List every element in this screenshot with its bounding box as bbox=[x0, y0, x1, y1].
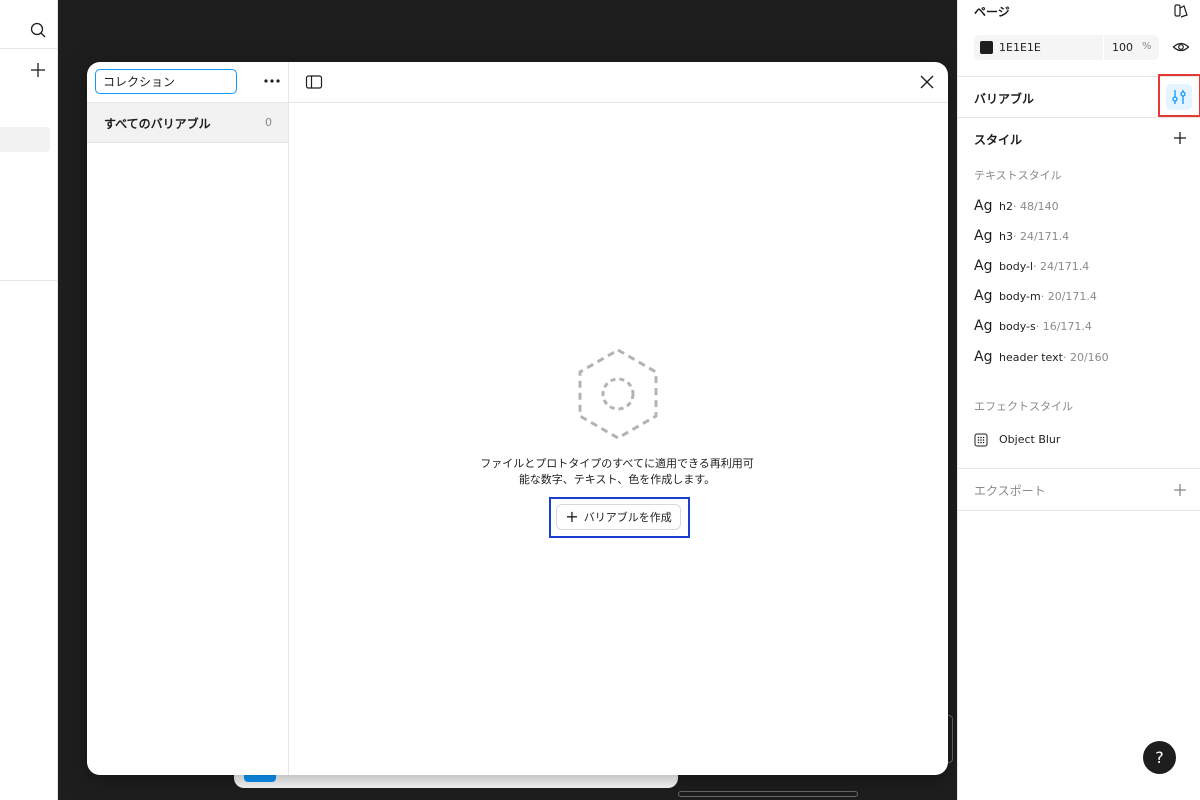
collection-item-label: すべてのバリアブル bbox=[104, 117, 211, 131]
left-sidebar bbox=[0, 0, 58, 800]
text-style-item[interactable]: Ag h2 · 48/140 bbox=[974, 198, 1059, 218]
help-button[interactable]: ? bbox=[1143, 741, 1176, 774]
panel-divider bbox=[958, 117, 1200, 118]
add-export-icon[interactable] bbox=[1172, 482, 1188, 498]
text-style-name: body-l bbox=[999, 260, 1034, 273]
text-style-name: header text bbox=[999, 351, 1063, 364]
color-swatch[interactable] bbox=[980, 41, 993, 54]
create-variable-label: バリアブルを作成 bbox=[583, 511, 672, 524]
effect-style-name: Object Blur bbox=[999, 432, 1061, 446]
text-style-preview: Ag bbox=[974, 258, 993, 274]
text-style-meta: · 20/160 bbox=[1062, 351, 1109, 364]
text-style-preview: Ag bbox=[974, 228, 993, 244]
panel-divider bbox=[958, 510, 1200, 511]
text-style-preview: Ag bbox=[974, 288, 993, 304]
opacity-value[interactable]: 100 bbox=[1112, 41, 1133, 54]
text-styles-subtitle: テキストスタイル bbox=[974, 169, 1062, 182]
color-hex-value[interactable]: 1E1E1E bbox=[999, 41, 1041, 54]
percent-sign: % bbox=[1142, 41, 1152, 52]
text-style-preview: Ag bbox=[974, 318, 993, 334]
collection-name-input[interactable] bbox=[95, 69, 237, 94]
background-color-field[interactable]: 1E1E1E 100 % bbox=[974, 35, 1159, 60]
search-icon[interactable] bbox=[28, 20, 48, 40]
sidebar-toggle-icon[interactable] bbox=[305, 74, 323, 90]
text-style-item[interactable]: Ag body-l · 24/171.4 bbox=[974, 258, 1089, 278]
more-options-icon[interactable] bbox=[261, 72, 283, 90]
left-divider bbox=[0, 280, 58, 281]
header-divider bbox=[289, 102, 948, 103]
styles-section-title: スタイル bbox=[974, 133, 1023, 147]
text-style-item[interactable]: Ag h3 · 24/171.4 bbox=[974, 228, 1069, 248]
text-style-name: h2 bbox=[999, 200, 1013, 213]
library-icon[interactable] bbox=[1173, 3, 1189, 19]
properties-panel: ページ 1E1E1E 100 % バリアブル スタイル テキストスタイル Ag … bbox=[957, 0, 1200, 800]
page-section-title: ページ bbox=[974, 5, 1010, 19]
text-style-item[interactable]: Ag body-s · 16/171.4 bbox=[974, 318, 1092, 338]
text-style-meta: · 16/171.4 bbox=[1035, 320, 1092, 333]
panel-divider bbox=[958, 468, 1200, 469]
text-style-meta: · 24/171.4 bbox=[1033, 260, 1090, 273]
field-separator bbox=[1103, 35, 1104, 60]
effect-style-item[interactable]: Object Blur bbox=[974, 430, 1060, 448]
collection-item-count: 0 bbox=[265, 116, 272, 129]
empty-state-line: 能な数字、テキスト、色を作成します。 bbox=[518, 473, 716, 486]
eye-icon[interactable] bbox=[1172, 39, 1190, 55]
add-page-icon[interactable] bbox=[28, 60, 48, 80]
selected-page-row[interactable] bbox=[0, 127, 50, 152]
open-variables-icon[interactable] bbox=[1166, 84, 1192, 110]
left-divider bbox=[0, 48, 58, 49]
add-style-icon[interactable] bbox=[1172, 130, 1188, 146]
text-style-name: body-m bbox=[999, 290, 1041, 303]
plus-icon: + bbox=[565, 507, 579, 526]
text-style-item[interactable]: Ag body-m · 20/171.4 bbox=[974, 288, 1097, 308]
variables-modal: すべてのバリアブル 0 ファイルとプロトタイプのすべてに適用できる再利用可 能な… bbox=[87, 62, 948, 775]
close-icon[interactable] bbox=[919, 74, 935, 90]
text-style-meta: · 20/171.4 bbox=[1040, 290, 1097, 303]
grid-blur-icon bbox=[974, 432, 988, 447]
text-style-meta: · 24/171.4 bbox=[1012, 230, 1070, 243]
text-style-preview: Ag bbox=[974, 198, 993, 214]
effect-styles-subtitle: エフェクトスタイル bbox=[974, 400, 1073, 413]
text-style-preview: Ag bbox=[974, 349, 993, 365]
empty-state-description: ファイルとプロトタイプのすべてに適用できる再利用可 能な数字、テキスト、色を作成… bbox=[467, 456, 767, 488]
text-style-item[interactable]: Ag header text · 20/160 bbox=[974, 349, 1109, 369]
canvas-scrollbar[interactable] bbox=[678, 791, 858, 797]
text-style-name: body-s bbox=[999, 320, 1036, 333]
collections-sidebar: すべてのバリアブル 0 bbox=[87, 62, 289, 775]
variable-hexagon-icon bbox=[576, 347, 660, 441]
help-label: ? bbox=[1155, 748, 1164, 767]
text-style-meta: · 48/140 bbox=[1012, 200, 1059, 213]
variables-section-title: バリアブル bbox=[974, 92, 1035, 106]
empty-state-line: ファイルとプロトタイプのすべてに適用できる再利用可 bbox=[480, 457, 754, 470]
collection-item-all-variables[interactable]: すべてのバリアブル 0 bbox=[87, 103, 288, 143]
create-variable-button[interactable]: + バリアブルを作成 bbox=[556, 504, 681, 530]
export-section-title: エクスポート bbox=[974, 484, 1046, 498]
text-style-name: h3 bbox=[999, 230, 1013, 243]
